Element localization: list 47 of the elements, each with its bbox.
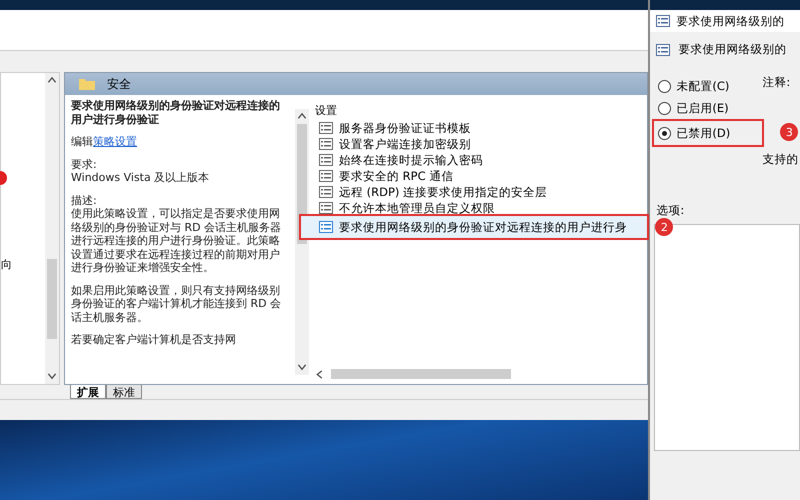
supported-label: 支持的 [762, 152, 800, 167]
radio-option[interactable]: 未配置(C) [654, 77, 762, 95]
setting-item[interactable]: 远程 (RDP) 连接要求使用指定的安全层 [315, 184, 648, 200]
tree-item[interactable]: 向 [1, 257, 12, 272]
description-paragraph: 使用此策略设置，可以指定是否要求使用网络级别的身份验证对与 RD 会话主机服务器进行远程连接的用户进行身份验证。此策略设置通过要求在远程连接过程的前期对用户进行身份验证来增强安全性。 [71, 207, 282, 274]
column-heading: 设置 [315, 103, 337, 118]
requirement-label: 要求: [71, 158, 98, 171]
description-label: 描述: [71, 194, 98, 207]
edit-label: 编辑 [71, 135, 93, 148]
policy-icon [319, 138, 333, 150]
dialog-subtitle: 要求使用网络级别的 [678, 42, 786, 57]
scrollbar[interactable] [45, 73, 59, 384]
description-paragraph: 如果启用此策略设置，则只有支持网络级别身份验证的客户端计算机才能连接到 RD 会话主机服务器。 [71, 284, 282, 324]
policy-title: 要求使用网络级别的身份验证对远程连接的用户进行身份验证 [71, 99, 281, 126]
scrollbar[interactable] [295, 109, 309, 375]
policy-icon [319, 122, 333, 134]
setting-item[interactable]: 始终在连接时提示输入密码 [315, 152, 648, 168]
scroll-up-icon[interactable] [297, 112, 307, 121]
policy-icon [319, 202, 333, 214]
requirement-text: Windows Vista 及以上版本 [71, 171, 210, 184]
scroll-down-icon[interactable] [297, 363, 307, 372]
policy-icon [656, 44, 670, 56]
policy-settings-link[interactable]: 策略设置 [93, 135, 137, 148]
scroll-up-icon[interactable] [47, 76, 57, 85]
setting-item[interactable]: 设置客户端连接加密级别 [315, 136, 648, 152]
options-label: 选项: [655, 202, 686, 219]
policy-icon [319, 154, 333, 166]
policy-icon [319, 170, 333, 182]
policy-icon [319, 186, 333, 198]
scroll-down-icon[interactable] [47, 372, 57, 381]
description-paragraph: 若要确定客户端计算机是否支持网 [71, 333, 237, 346]
dialog-title: 要求使用网络级别的 [676, 14, 784, 28]
view-tab[interactable]: 标准 [106, 385, 142, 399]
setting-item[interactable]: 不允许本地管理员自定义权限 [315, 200, 648, 216]
folder-icon [79, 78, 95, 90]
setting-item[interactable]: 服务器身份验证证书模板 [315, 120, 648, 136]
window-icon [656, 15, 670, 27]
policy-icon [319, 221, 333, 233]
scrollbar-thumb[interactable] [47, 258, 57, 338]
comment-label: 注释: [762, 75, 792, 90]
radio-option[interactable]: 已启用(E) [654, 99, 762, 117]
category-title: 安全 [107, 76, 131, 92]
view-tab[interactable]: 扩展 [70, 385, 106, 399]
setting-item[interactable]: 要求安全的 RPC 通信 [315, 168, 648, 184]
scrollbar-thumb[interactable] [331, 369, 511, 379]
scroll-left-icon[interactable] [315, 370, 325, 378]
callout-badge: 3 [780, 123, 798, 141]
